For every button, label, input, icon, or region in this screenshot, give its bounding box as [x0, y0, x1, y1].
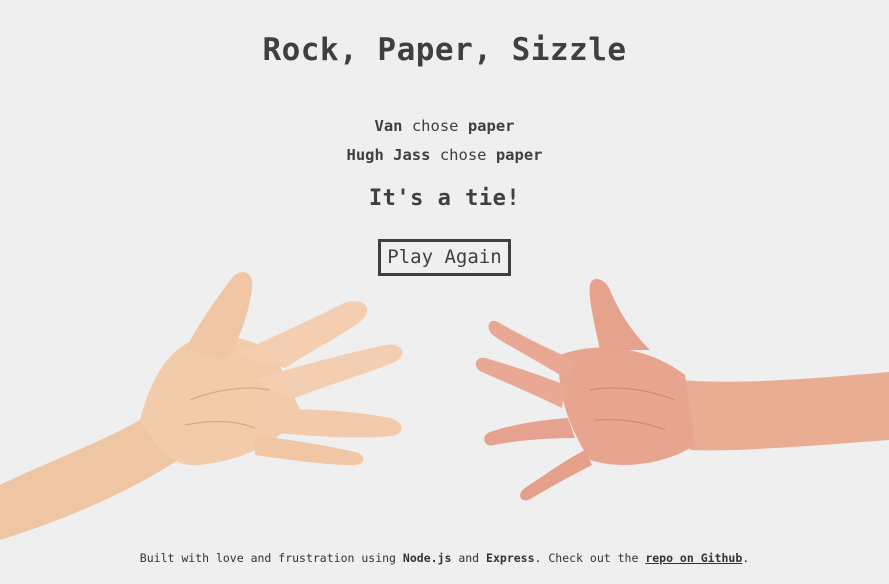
choices-summary: Van chose paper Hugh Jass chose paper: [0, 112, 889, 170]
player-two-name: Hugh Jass: [346, 146, 431, 164]
result-text: It's a tie!: [368, 186, 521, 211]
footer-tech-node: Node.js: [402, 551, 452, 565]
left-hand-image: [0, 272, 403, 540]
page-title: Rock, Paper, Sizzle: [262, 32, 627, 68]
player-one-choice: Van chose paper: [0, 112, 889, 141]
footer-suffix: .: [742, 551, 750, 565]
footer-middle: . Check out the: [534, 551, 639, 565]
player-one-pick: paper: [467, 117, 515, 135]
player-two-pick: paper: [495, 146, 543, 164]
github-repo-link[interactable]: repo on Github: [645, 551, 742, 565]
page: Rock, Paper, Sizzle Van chose paper Hugh…: [0, 0, 889, 584]
footer: Built with love and frustration using No…: [0, 551, 889, 565]
paper-hands-illustration: [0, 272, 889, 540]
footer-prefix: Built with love and frustration using: [139, 551, 396, 565]
player-one-verb: chose: [411, 117, 459, 135]
footer-and: and: [458, 551, 480, 565]
player-two-choice: Hugh Jass chose paper: [0, 141, 889, 170]
player-two-verb: chose: [439, 146, 487, 164]
player-one-name: Van: [374, 117, 403, 135]
footer-tech-express: Express: [486, 551, 535, 565]
right-hand-image: [475, 278, 889, 501]
